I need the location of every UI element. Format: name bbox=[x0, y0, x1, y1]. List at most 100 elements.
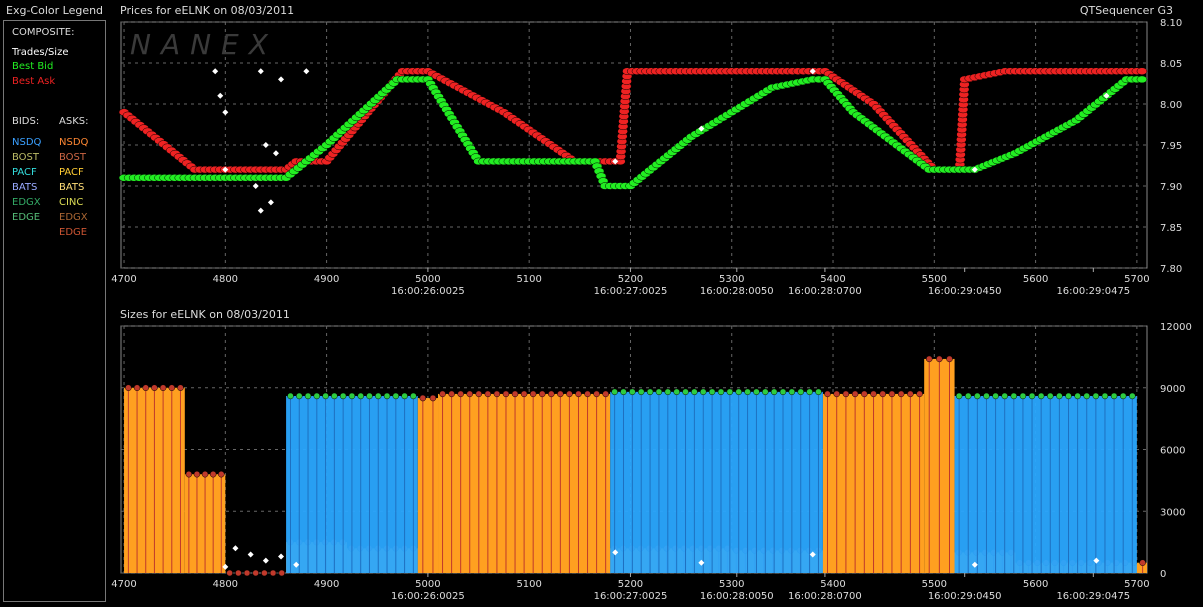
price-y-tick-label: 7.85 bbox=[1160, 223, 1182, 234]
bid-size-marker bbox=[339, 392, 347, 400]
bid-size-marker bbox=[1074, 392, 1081, 400]
ask-size-marker bbox=[475, 390, 483, 398]
bid-size-marker bbox=[974, 392, 981, 400]
price-y-tick-label: 8.05 bbox=[1160, 59, 1182, 70]
bid-size-marker bbox=[646, 388, 654, 396]
ask-size-marker bbox=[936, 355, 943, 363]
size-x-tick-label: 4700 bbox=[111, 579, 136, 590]
price-x-tick-label: 4800 bbox=[213, 274, 238, 285]
bid-size-marker bbox=[331, 392, 338, 400]
ask-size-marker bbox=[520, 390, 528, 398]
bid-size-marker bbox=[313, 392, 321, 400]
price-x-tick-label: 5000 bbox=[415, 274, 440, 285]
ask-size-marker bbox=[218, 470, 225, 478]
ask-size-marker bbox=[946, 355, 953, 363]
bid-size-marker bbox=[1129, 392, 1136, 400]
bid-size-marker bbox=[815, 388, 822, 396]
ask-size-marker bbox=[511, 390, 519, 398]
ask-size-marker bbox=[466, 390, 473, 398]
size-x-tick-label: 5100 bbox=[516, 579, 541, 590]
best-ask-point bbox=[1136, 67, 1148, 75]
price-time-label: 16:00:28:0700 bbox=[788, 286, 862, 297]
ask-size-marker bbox=[252, 569, 259, 577]
ask-size-marker bbox=[151, 384, 158, 391]
ask-size-bar bbox=[417, 398, 439, 573]
price-x-tick-label: 5200 bbox=[618, 274, 643, 285]
size-time-label: 16:00:29:0450 bbox=[928, 591, 1002, 602]
size-y-tick-label: 12000 bbox=[1160, 322, 1192, 333]
size-x-tick-label: 5500 bbox=[922, 579, 947, 590]
bid-size-marker bbox=[1065, 392, 1072, 400]
price-time-label: 16:00:28:0050 bbox=[700, 286, 774, 297]
ask-size-marker bbox=[870, 390, 877, 398]
bid-size-marker bbox=[682, 388, 689, 396]
best-bid-point bbox=[1136, 75, 1148, 84]
ask-size-marker bbox=[602, 390, 609, 398]
ask-size-marker bbox=[484, 390, 492, 398]
bid-size-marker bbox=[304, 392, 312, 400]
bid-size-marker bbox=[287, 392, 294, 400]
ask-size-marker bbox=[201, 470, 209, 478]
ask-size-marker bbox=[125, 384, 132, 391]
price-time-label: 16:00:29:0475 bbox=[1056, 286, 1130, 297]
bid-size-marker bbox=[375, 392, 382, 400]
bid-size-marker bbox=[717, 388, 725, 396]
size-y-tick-label: 0 bbox=[1160, 569, 1166, 580]
price-time-label: 16:00:26:0025 bbox=[391, 286, 465, 297]
bid-size-marker bbox=[955, 392, 963, 400]
size-x-tick-label: 4900 bbox=[314, 579, 339, 590]
ask-size-marker bbox=[861, 390, 868, 398]
price-x-tick-label: 4900 bbox=[314, 274, 339, 285]
size-x-tick-label: 5300 bbox=[719, 579, 744, 590]
bid-size-marker bbox=[744, 388, 751, 396]
price-y-tick-label: 7.90 bbox=[1160, 182, 1182, 193]
bid-size-marker bbox=[1047, 392, 1054, 400]
bid-size-marker bbox=[620, 388, 627, 396]
ask-size-marker bbox=[824, 390, 831, 398]
size-y-tick-label: 9000 bbox=[1160, 384, 1185, 395]
price-x-tick-label: 5600 bbox=[1023, 274, 1048, 285]
nanex-watermark: NANEX bbox=[130, 28, 278, 61]
bid-size-marker bbox=[691, 388, 698, 396]
ask-size-marker bbox=[448, 390, 455, 398]
price-y-tick-label: 8.10 bbox=[1160, 18, 1182, 29]
price-x-tick-label: 5100 bbox=[516, 274, 541, 285]
bid-size-marker bbox=[673, 388, 680, 396]
price-time-label: 16:00:27:0025 bbox=[594, 286, 668, 297]
bid-size-marker bbox=[1092, 392, 1100, 400]
ask-size-marker bbox=[502, 390, 510, 398]
ask-size-marker bbox=[907, 390, 914, 398]
size-y-tick-label: 6000 bbox=[1160, 446, 1185, 457]
bid-size-bar bbox=[610, 391, 823, 573]
ask-size-marker bbox=[177, 384, 184, 391]
ask-size-marker bbox=[833, 390, 840, 398]
ask-size-marker bbox=[538, 390, 546, 398]
ask-size-marker bbox=[159, 384, 167, 391]
bid-size-marker bbox=[964, 392, 972, 400]
bid-size-marker bbox=[726, 388, 734, 396]
ask-size-marker bbox=[529, 390, 537, 398]
bid-size-marker bbox=[1119, 392, 1127, 400]
bid-size-marker bbox=[401, 392, 408, 400]
bid-size-marker bbox=[700, 388, 707, 396]
bid-size-marker bbox=[410, 392, 417, 400]
bid-size-marker bbox=[348, 392, 356, 400]
ask-size-marker bbox=[269, 569, 277, 577]
price-time-label: 16:00:29:0450 bbox=[928, 286, 1002, 297]
bid-size-marker bbox=[664, 388, 672, 396]
price-y-tick-label: 7.80 bbox=[1160, 264, 1182, 275]
price-x-tick-label: 5400 bbox=[820, 274, 845, 285]
bid-size-marker bbox=[296, 392, 303, 400]
size-y-tick-label: 3000 bbox=[1160, 507, 1185, 518]
ask-size-marker bbox=[851, 390, 859, 398]
ask-size-marker bbox=[439, 390, 446, 398]
bid-size-marker bbox=[762, 388, 769, 396]
bid-size-marker bbox=[611, 388, 618, 396]
price-x-tick-label: 5500 bbox=[922, 274, 947, 285]
bid-size-bar bbox=[954, 395, 1137, 573]
ask-size-marker bbox=[226, 569, 233, 577]
ask-size-marker bbox=[925, 355, 933, 363]
ask-size-marker bbox=[897, 390, 905, 398]
size-x-tick-label: 4800 bbox=[213, 579, 238, 590]
bid-size-marker bbox=[383, 392, 391, 400]
